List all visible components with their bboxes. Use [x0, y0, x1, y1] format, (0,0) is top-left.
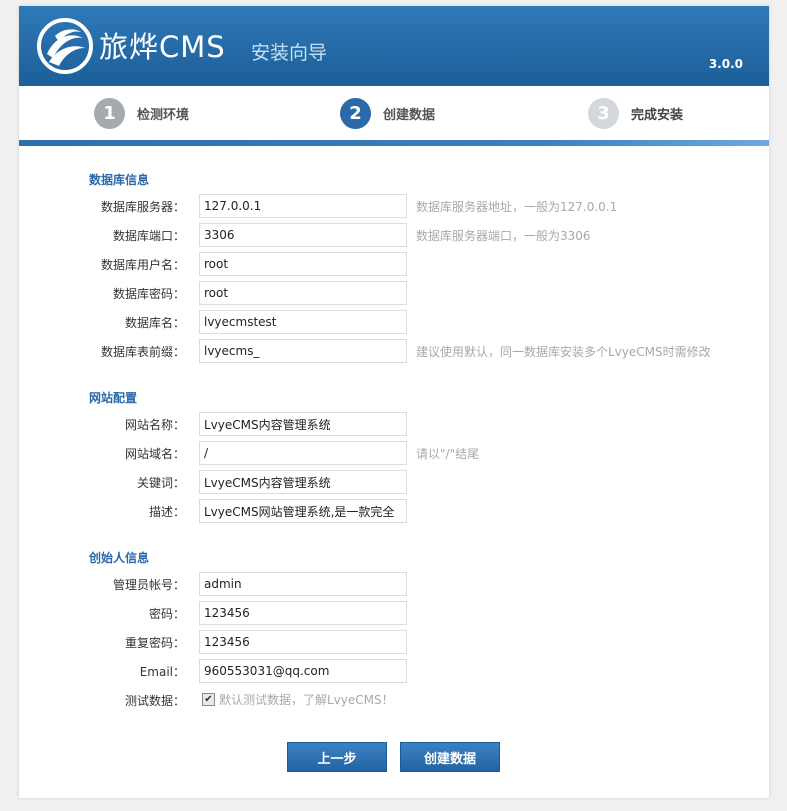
- step-number-3: 3: [588, 97, 619, 129]
- step-label: 创建数据: [383, 107, 436, 123]
- step-finish-install: 3 完成安装: [588, 97, 683, 129]
- version-label: 3.0.0: [708, 57, 743, 71]
- step-indicator: 1 检测环境 2 创建数据 3 完成安装: [19, 86, 769, 146]
- swirl-logo-icon: [37, 18, 93, 74]
- site-keywords-input[interactable]: [199, 470, 407, 494]
- step-label: 完成安装: [631, 107, 684, 123]
- step-number-2: 2: [340, 97, 371, 129]
- db-user-input[interactable]: [199, 252, 407, 276]
- step-number-1: 1: [94, 97, 125, 129]
- db-port-input[interactable]: [199, 223, 407, 247]
- section-title-site: 网站配置: [89, 391, 138, 405]
- test-data-checkbox[interactable]: ✔: [202, 693, 215, 706]
- form-row-site-name: 网站名称：: [19, 412, 769, 436]
- email-input[interactable]: [199, 659, 407, 683]
- field-label: 网站域名：: [124, 447, 185, 461]
- site-domain-input[interactable]: [199, 441, 407, 465]
- admin-password-input[interactable]: [199, 601, 407, 625]
- site-description-input[interactable]: [199, 499, 407, 523]
- section-title-database: 数据库信息: [89, 173, 150, 187]
- wizard-subtitle: 安装向导: [251, 42, 328, 64]
- section-title-founder: 创始人信息: [89, 551, 150, 565]
- form-row-repeat-password: 重复密码：: [19, 630, 769, 654]
- form-row-db-host: 数据库服务器： 数据库服务器地址，一般为127.0.0.1: [19, 194, 769, 218]
- form-row-db-prefix: 数据库表前缀： 建议使用默认，同一数据库安装多个LvyeCMS时需修改: [19, 339, 769, 363]
- test-data-option: ✔ 默认测试数据，了解LvyeCMS！: [202, 691, 394, 708]
- create-data-button[interactable]: 创建数据: [400, 742, 500, 772]
- form-row-db-password: 数据库密码：: [19, 281, 769, 305]
- installer-window: 旅烨CMS 安装向导 3.0.0 1 检测环境 2 创建数据 3 完成安装 数据…: [19, 6, 769, 798]
- prev-step-button[interactable]: 上一步: [287, 742, 387, 772]
- form-row-site-domain: 网站域名： 请以"/"结尾: [19, 441, 769, 465]
- db-host-input[interactable]: [199, 194, 407, 218]
- field-label: 管理员帐号：: [112, 578, 185, 592]
- step-check-environment: 1 检测环境: [94, 97, 189, 129]
- field-label: 重复密码：: [124, 636, 185, 650]
- form-row-test-data: 测试数据： ✔ 默认测试数据，了解LvyeCMS！: [19, 688, 769, 712]
- field-label: 数据库表前缀：: [100, 345, 185, 359]
- form-row-db-user: 数据库用户名：: [19, 252, 769, 276]
- form-row-db-port: 数据库端口： 数据库服务器端口，一般为3306: [19, 223, 769, 247]
- field-label: 数据库服务器：: [100, 200, 185, 214]
- form-row-email: Email：: [19, 659, 769, 683]
- field-label: 网站名称：: [124, 418, 185, 432]
- form-row-site-keywords: 关键词：: [19, 470, 769, 494]
- field-label: 数据库密码：: [112, 287, 185, 301]
- field-label: 关键词：: [136, 476, 185, 490]
- step-label: 检测环境: [137, 107, 190, 123]
- form-row-admin-account: 管理员帐号：: [19, 572, 769, 596]
- field-label: 数据库用户名：: [100, 258, 185, 272]
- admin-account-input[interactable]: [199, 572, 407, 596]
- db-password-input[interactable]: [199, 281, 407, 305]
- field-hint: 数据库服务器端口，一般为3306: [416, 229, 591, 243]
- db-name-input[interactable]: [199, 310, 407, 334]
- field-label: 测试数据：: [124, 694, 185, 708]
- field-hint: 请以"/"结尾: [416, 447, 480, 461]
- field-label: 数据库名：: [124, 316, 185, 330]
- checkmark-icon: ✔: [204, 693, 213, 705]
- field-hint: 建议使用默认，同一数据库安装多个LvyeCMS时需修改: [416, 345, 711, 359]
- form-row-admin-password: 密码：: [19, 601, 769, 625]
- form-row-db-name: 数据库名：: [19, 310, 769, 334]
- step-progress-bar: [19, 140, 769, 146]
- brand-title: 旅烨CMS: [99, 30, 226, 64]
- field-label: 数据库端口：: [112, 229, 185, 243]
- db-prefix-input[interactable]: [199, 339, 407, 363]
- repeat-password-input[interactable]: [199, 630, 407, 654]
- field-hint: 数据库服务器地址，一般为127.0.0.1: [416, 200, 618, 214]
- field-label: 描述：: [148, 505, 185, 519]
- form-row-site-description: 描述：: [19, 499, 769, 523]
- field-label: Email：: [139, 665, 185, 679]
- field-label: 密码：: [148, 607, 185, 621]
- site-name-input[interactable]: [199, 412, 407, 436]
- test-data-text: 默认测试数据，了解LvyeCMS！: [219, 693, 394, 707]
- header-bar: 旅烨CMS 安装向导 3.0.0: [19, 6, 769, 86]
- step-create-data: 2 创建数据: [340, 97, 435, 129]
